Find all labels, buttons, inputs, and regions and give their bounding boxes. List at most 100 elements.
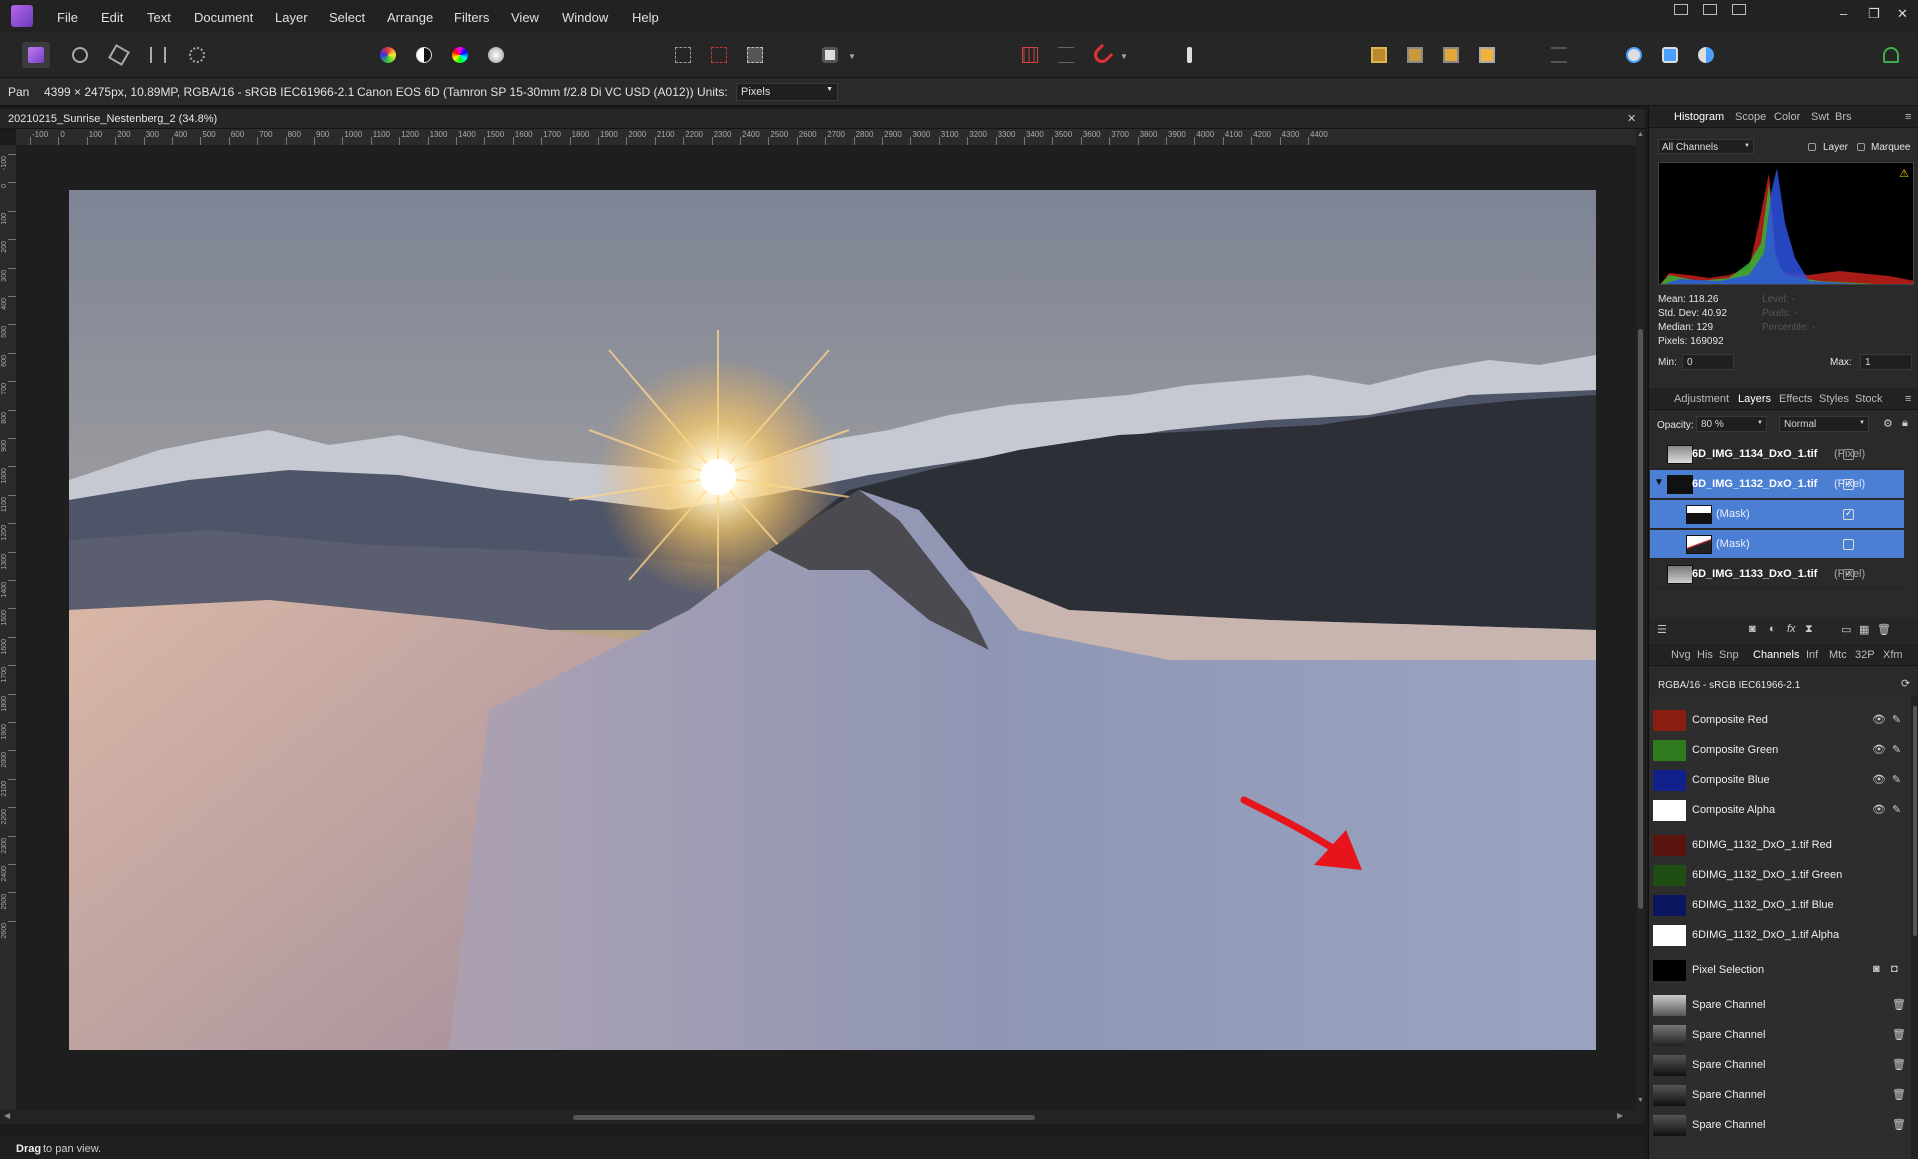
spare-channel-3[interactable]: Spare Channel 🗑︎ (1650, 1051, 1906, 1080)
snapping-dropdown-icon[interactable]: ▼ (1120, 52, 1128, 61)
menu-text[interactable]: Text (147, 10, 171, 25)
layer-row-1134[interactable]: 6D_IMG_1134_DxO_1.tif (Pixel) (1650, 440, 1904, 469)
blend-mode-select[interactable]: Normal ▼ (1779, 416, 1869, 432)
arrange-front-button[interactable] (1473, 42, 1501, 68)
menu-file[interactable]: File (57, 10, 78, 25)
channel-pixel-selection[interactable]: Pixel Selection ◙ ◘ (1650, 956, 1904, 985)
deselect-button[interactable] (705, 42, 733, 68)
tab-navigator[interactable]: Nvg (1671, 649, 1691, 661)
scroll-up-icon[interactable]: ▲ (1637, 131, 1644, 138)
snapping-grid-button[interactable] (1016, 42, 1044, 68)
pencil-icon[interactable]: ✎ (1892, 803, 1901, 816)
live-filter-icon[interactable]: ⧗ (1805, 623, 1813, 636)
pencil-icon[interactable]: ✎ (1892, 773, 1901, 786)
quick-mask-button[interactable] (816, 42, 844, 68)
align-button[interactable] (1545, 42, 1573, 68)
delete-channel-icon[interactable]: 🗑︎ (1892, 1118, 1906, 1131)
studio-toggle-icon[interactable] (1674, 4, 1688, 15)
menu-select[interactable]: Select (329, 10, 365, 25)
spare-channel-5[interactable]: Spare Channel 🗑︎ (1650, 1111, 1906, 1140)
channel-composite-alpha[interactable]: Composite Alpha 👁︎ ✎ (1650, 796, 1904, 825)
menu-arrange[interactable]: Arrange (387, 10, 433, 25)
auto-white-balance-button[interactable] (482, 42, 510, 68)
studio-toggle-icon-3[interactable] (1732, 4, 1746, 15)
channel-layer-red[interactable]: 6DIMG_1132_DxO_1.tif Red (1650, 831, 1904, 860)
tab-styles[interactable]: Styles (1819, 393, 1849, 405)
eye-icon[interactable]: 👁︎ (1872, 713, 1886, 726)
adjustment-icon[interactable]: ◐ (1769, 623, 1776, 635)
eye-icon[interactable]: 👁︎ (1872, 803, 1886, 816)
channels-scrollbar[interactable] (1911, 696, 1918, 1159)
spare-channel-1[interactable]: Spare Channel 🗑︎ (1650, 991, 1906, 1020)
photo-layer[interactable] (69, 190, 1596, 1050)
auto-colors-button[interactable] (446, 42, 474, 68)
snapping-button[interactable] (1088, 42, 1116, 68)
layer-visibility-checkbox-checked[interactable]: ✓ (1843, 478, 1854, 490)
export-persona-button[interactable] (183, 42, 211, 68)
scroll-right-icon[interactable]: ▶ (1617, 1111, 1623, 1120)
layer-settings-gear-icon[interactable]: ⚙ (1883, 417, 1893, 430)
close-window-button[interactable]: ✕ (1897, 6, 1908, 22)
develop-persona-button[interactable] (105, 42, 133, 68)
arrange-backward-button[interactable] (1401, 42, 1429, 68)
mask-visibility-checkbox[interactable] (1843, 539, 1854, 550)
vertical-scroll-thumb[interactable] (1638, 329, 1643, 909)
add-pixel-layer-icon[interactable]: ▦ (1859, 623, 1869, 636)
vertical-scrollbar[interactable]: ▲ ▼ (1636, 129, 1645, 1110)
scroll-down-icon[interactable]: ▼ (1637, 1097, 1644, 1104)
channel-layer-blue[interactable]: 6DIMG_1132_DxO_1.tif Blue (1650, 891, 1904, 920)
boolean-add-button[interactable] (1620, 42, 1648, 68)
select-all-button[interactable] (669, 42, 697, 68)
menu-help[interactable]: Help (632, 10, 659, 25)
restore-button[interactable]: ❐ (1868, 6, 1880, 22)
menu-filters[interactable]: Filters (454, 10, 489, 25)
layers-panel-menu-icon[interactable]: ≡ (1905, 393, 1911, 405)
studio-toggle-icon-2[interactable] (1703, 4, 1717, 15)
tab-snapshots[interactable]: Snp (1719, 649, 1739, 661)
assistant-button[interactable] (1175, 42, 1203, 68)
layer-visibility-checkbox-checked[interactable]: ✓ (1843, 568, 1854, 580)
marquee-checkbox[interactable] (1857, 143, 1865, 151)
spare-channel-2[interactable]: Spare Channel 🗑︎ (1650, 1021, 1906, 1050)
menu-view[interactable]: View (511, 10, 539, 25)
layer-visibility-checkbox[interactable] (1843, 449, 1854, 460)
snapping-guides-button[interactable] (1052, 42, 1080, 68)
channel-composite-red[interactable]: Composite Red 👁︎ ✎ (1650, 706, 1904, 735)
quick-mask-dropdown-icon[interactable]: ▼ (848, 52, 856, 61)
menu-layer[interactable]: Layer (275, 10, 308, 25)
eye-icon[interactable]: 👁︎ (1872, 743, 1886, 756)
invert-selection-button[interactable] (741, 42, 769, 68)
units-select[interactable]: Pixels ▼ (736, 83, 838, 101)
channel-composite-green[interactable]: Composite Green 👁︎ ✎ (1650, 736, 1904, 765)
tab-brushes[interactable]: Brs (1835, 111, 1852, 123)
arrange-forward-button[interactable] (1437, 42, 1465, 68)
channels-scroll-thumb[interactable] (1913, 706, 1917, 936)
user-account-button[interactable] (1877, 42, 1905, 68)
arrange-back-button[interactable] (1365, 42, 1393, 68)
liquify-persona-button[interactable] (66, 42, 94, 68)
layer-row-1133[interactable]: 6D_IMG_1133_DxO_1.tif (Pixel) ✓ (1650, 560, 1904, 589)
fx-icon[interactable]: fx (1787, 623, 1796, 635)
tab-histogram[interactable]: Histogram (1669, 106, 1729, 127)
min-field[interactable]: 0 (1682, 354, 1734, 370)
channel-layer-green[interactable]: 6DIMG_1132_DxO_1.tif Green (1650, 861, 1904, 890)
menu-window[interactable]: Window (562, 10, 608, 25)
mask-visibility-checkbox-checked[interactable]: ✓ (1843, 508, 1854, 520)
tab-32bit-preview[interactable]: 32P (1855, 649, 1875, 661)
channel-select[interactable]: All Channels ▼ (1658, 139, 1754, 154)
horizontal-scroll-thumb[interactable] (573, 1115, 1035, 1120)
canvas[interactable] (16, 145, 1636, 1110)
max-field[interactable]: 1 (1860, 354, 1912, 370)
tab-macro[interactable]: Mtc (1829, 649, 1847, 661)
delete-channel-icon[interactable]: 🗑︎ (1892, 998, 1906, 1011)
panel-menu-icon[interactable]: ≡ (1905, 111, 1911, 123)
mask-row-2[interactable]: (Mask) (1650, 530, 1904, 559)
delete-channel-icon[interactable]: 🗑︎ (1892, 1058, 1906, 1071)
delete-channel-icon[interactable]: 🗑︎ (1892, 1088, 1906, 1101)
tab-transform[interactable]: Xfm (1883, 649, 1903, 661)
refresh-icon[interactable]: ⟳ (1901, 677, 1910, 690)
minimize-button[interactable]: – (1840, 6, 1847, 21)
photo-persona-button[interactable] (22, 42, 50, 68)
boolean-subtract-button[interactable] (1656, 42, 1684, 68)
tab-layers[interactable]: Layers (1733, 388, 1776, 409)
